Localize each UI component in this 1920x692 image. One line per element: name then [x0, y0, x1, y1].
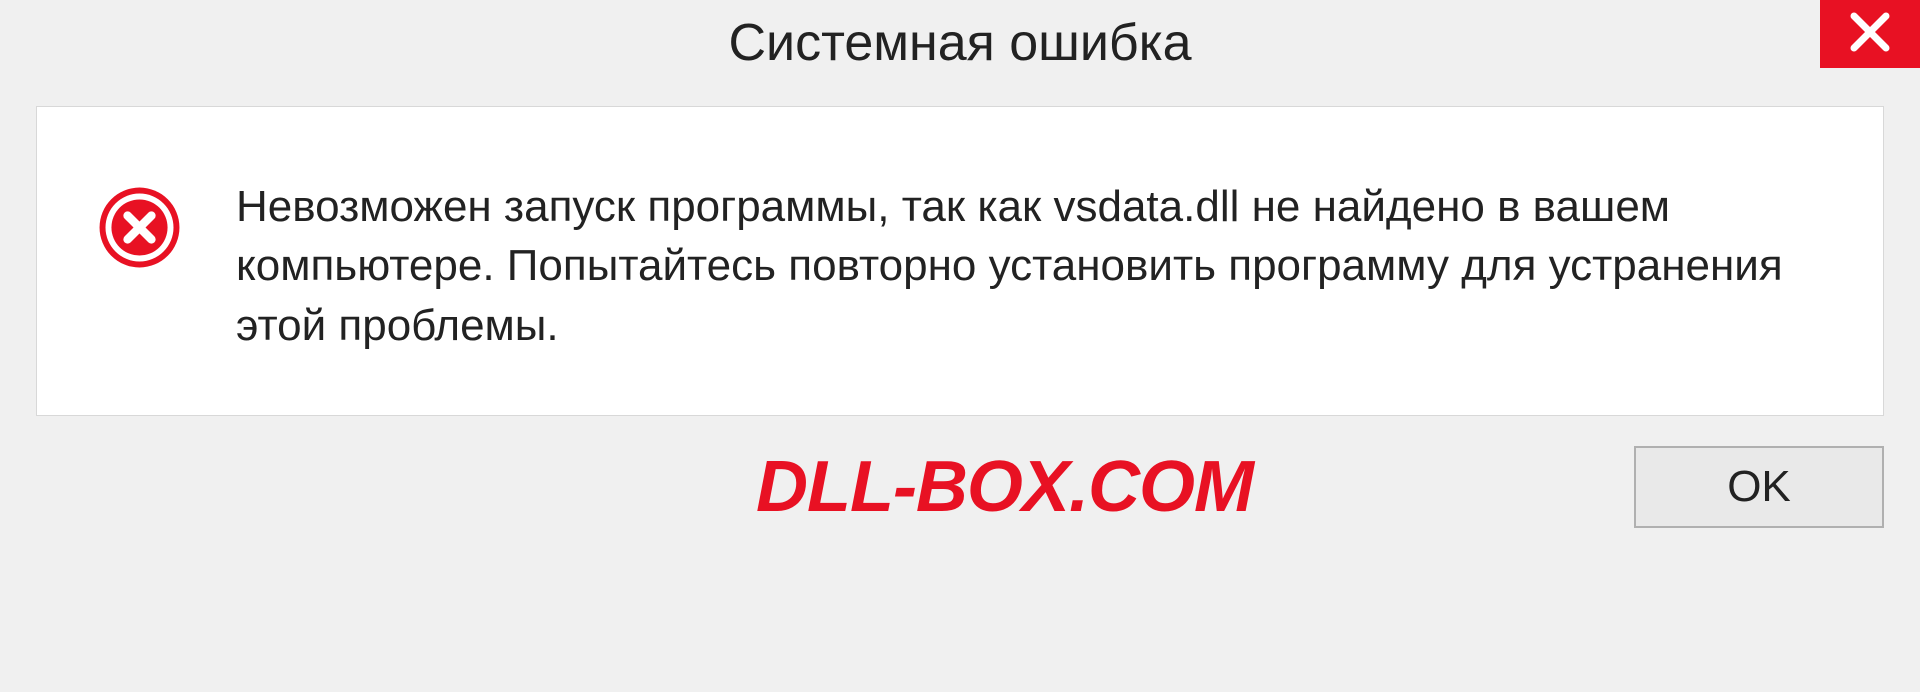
watermark-text: DLL-BOX.COM	[756, 446, 1253, 528]
error-message: Невозможен запуск программы, так как vsd…	[236, 167, 1833, 355]
title-bar: Системная ошибка	[0, 0, 1920, 86]
error-icon	[97, 167, 182, 275]
content-panel: Невозможен запуск программы, так как vsd…	[36, 106, 1884, 416]
error-dialog: Системная ошибка Невозможен запуск прогр…	[0, 0, 1920, 692]
dialog-title: Системная ошибка	[728, 13, 1191, 73]
ok-button[interactable]: OK	[1634, 446, 1884, 528]
close-button[interactable]	[1820, 0, 1920, 68]
close-icon	[1848, 10, 1892, 59]
dialog-footer: DLL-BOX.COM OK	[0, 416, 1920, 528]
